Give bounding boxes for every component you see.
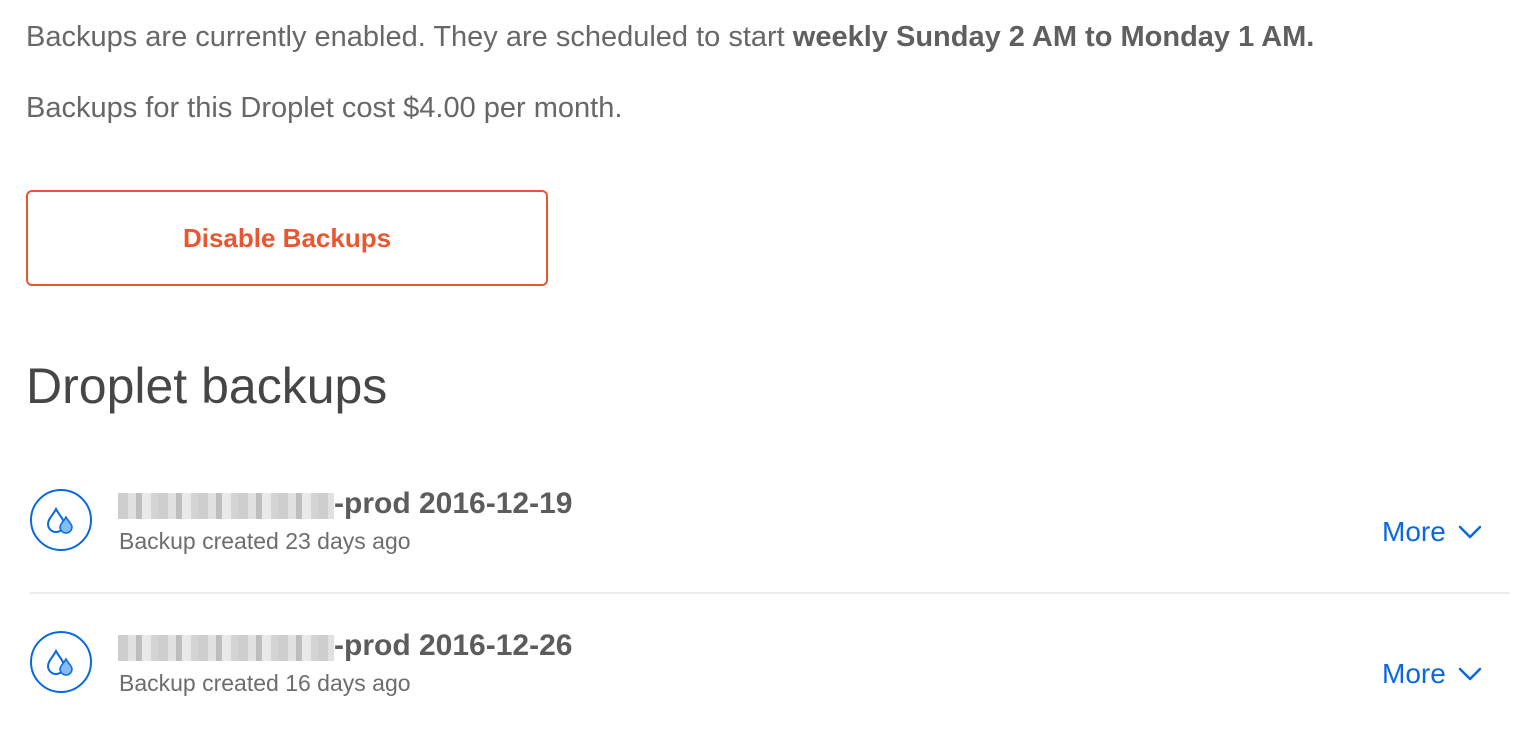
section-title: Droplet backups	[26, 358, 388, 414]
backup-name-suffix: -prod 2016-12-19	[334, 487, 573, 520]
redacted-hostname	[118, 635, 334, 661]
backup-name: -prod 2016-12-19	[118, 486, 572, 522]
backup-cost-text: Backups for this Droplet cost $4.00 per …	[26, 92, 623, 124]
backup-name: -prod 2016-12-26	[118, 628, 572, 664]
backup-name-suffix: -prod 2016-12-26	[334, 629, 573, 662]
backups-page: Backups are currently enabled. They are …	[0, 0, 1532, 724]
redacted-hostname	[118, 493, 334, 519]
droplet-icon	[30, 489, 92, 551]
backup-status-text: Backups are currently enabled. They are …	[26, 18, 1314, 56]
backup-created-text: Backup created 23 days ago	[119, 528, 411, 554]
more-dropdown[interactable]: More	[1382, 514, 1482, 550]
backup-list: -prod 2016-12-19 Backup created 23 days …	[0, 458, 1532, 742]
droplet-icon	[30, 631, 92, 693]
backup-created-text: Backup created 16 days ago	[119, 670, 411, 696]
more-label[interactable]: More	[1382, 514, 1446, 550]
backup-schedule: weekly Sunday 2 AM to Monday 1 AM.	[792, 21, 1315, 53]
more-dropdown[interactable]: More	[1382, 656, 1482, 692]
more-label[interactable]: More	[1382, 656, 1446, 692]
backup-row: -prod 2016-12-26 Backup created 16 days …	[0, 592, 1532, 742]
disable-backups-button[interactable]: Disable Backups	[26, 190, 548, 286]
chevron-down-icon[interactable]	[1458, 524, 1482, 540]
backup-row: -prod 2016-12-19 Backup created 23 days …	[0, 458, 1532, 600]
backup-status-label: Backups are currently enabled. They are …	[26, 21, 793, 53]
chevron-down-icon[interactable]	[1458, 666, 1482, 682]
